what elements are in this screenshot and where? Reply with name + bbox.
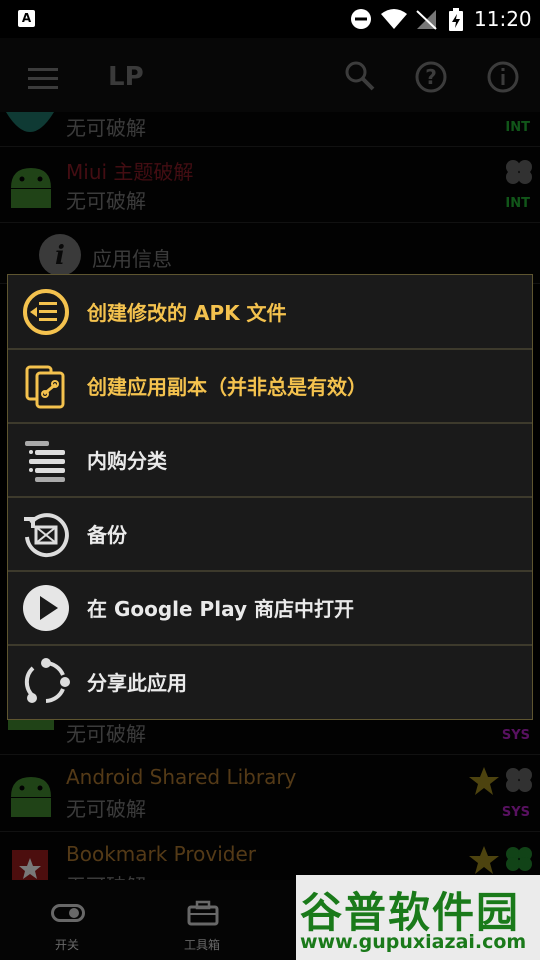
menu-item-create-modified-apk[interactable]: 创建修改的 APK 文件 [8,275,532,350]
status-bar: A 11:20 [0,0,540,38]
menu-item-backup[interactable]: 备份 [8,497,532,572]
status-time: 11:20 [474,7,532,31]
copy-link-icon [25,365,65,409]
menu-item-label: 创建修改的 APK 文件 [87,301,287,325]
notification-a-icon: A [18,10,35,27]
menu-item-inapp-category[interactable]: 内购分类 [8,423,532,498]
watermark-url: www.gupuxiazai.com [300,931,527,953]
apk-list-icon [23,289,69,335]
menu-item-open-google-play[interactable]: 在 Google Play 商店中打开 [8,571,532,646]
share-icon [24,658,70,703]
no-signal-icon [416,10,437,30]
menu-item-label: 分享此应用 [87,671,187,695]
play-icon [23,585,69,631]
watermark: 谷普软件园 www.gupuxiazai.com [296,875,540,960]
menu-item-share-app[interactable]: 分享此应用 [8,645,532,718]
battery-charging-icon [449,8,463,31]
backup-icon [24,513,69,558]
menu-item-label: 创建应用副本（并非总是有效） [87,375,367,399]
do-not-disturb-icon [351,9,371,29]
wifi-icon [381,9,407,29]
inapp-list-icon [25,441,65,482]
menu-item-label: 内购分类 [87,449,167,473]
menu-item-label: 备份 [87,523,127,547]
menu-item-label: 在 Google Play 商店中打开 [87,597,354,621]
menu-item-create-app-copy[interactable]: 创建应用副本（并非总是有效） [8,349,532,424]
app-context-menu: 创建修改的 APK 文件 创建应用副本（并非总是有效） 内购分类 备份 在 Go… [7,274,533,720]
